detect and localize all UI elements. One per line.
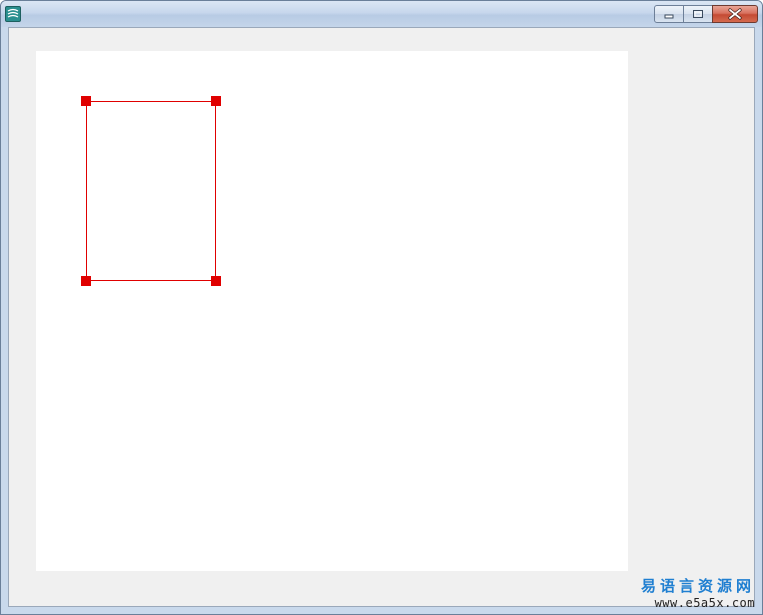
resize-handle-top-right[interactable] bbox=[211, 96, 221, 106]
close-icon bbox=[728, 8, 742, 20]
minimize-button[interactable] bbox=[654, 5, 684, 23]
caption-buttons bbox=[654, 5, 758, 24]
maximize-icon bbox=[693, 10, 703, 18]
resize-handle-top-left[interactable] bbox=[81, 96, 91, 106]
watermark: 易语言资源网 www.e5a5x.com bbox=[640, 577, 755, 610]
resize-handle-bottom-right[interactable] bbox=[211, 276, 221, 286]
close-button[interactable] bbox=[712, 5, 758, 23]
minimize-icon bbox=[664, 14, 674, 19]
client-area bbox=[8, 27, 755, 607]
title-bar[interactable] bbox=[1, 1, 762, 27]
drawing-canvas[interactable] bbox=[36, 51, 628, 571]
maximize-button[interactable] bbox=[683, 5, 713, 23]
resize-handle-bottom-left[interactable] bbox=[81, 276, 91, 286]
app-window bbox=[0, 0, 763, 615]
watermark-site-name: 易语言资源网 bbox=[640, 577, 755, 595]
selected-rectangle[interactable] bbox=[86, 101, 216, 281]
watermark-url: www.e5a5x.com bbox=[654, 596, 755, 610]
app-icon[interactable] bbox=[5, 6, 21, 22]
